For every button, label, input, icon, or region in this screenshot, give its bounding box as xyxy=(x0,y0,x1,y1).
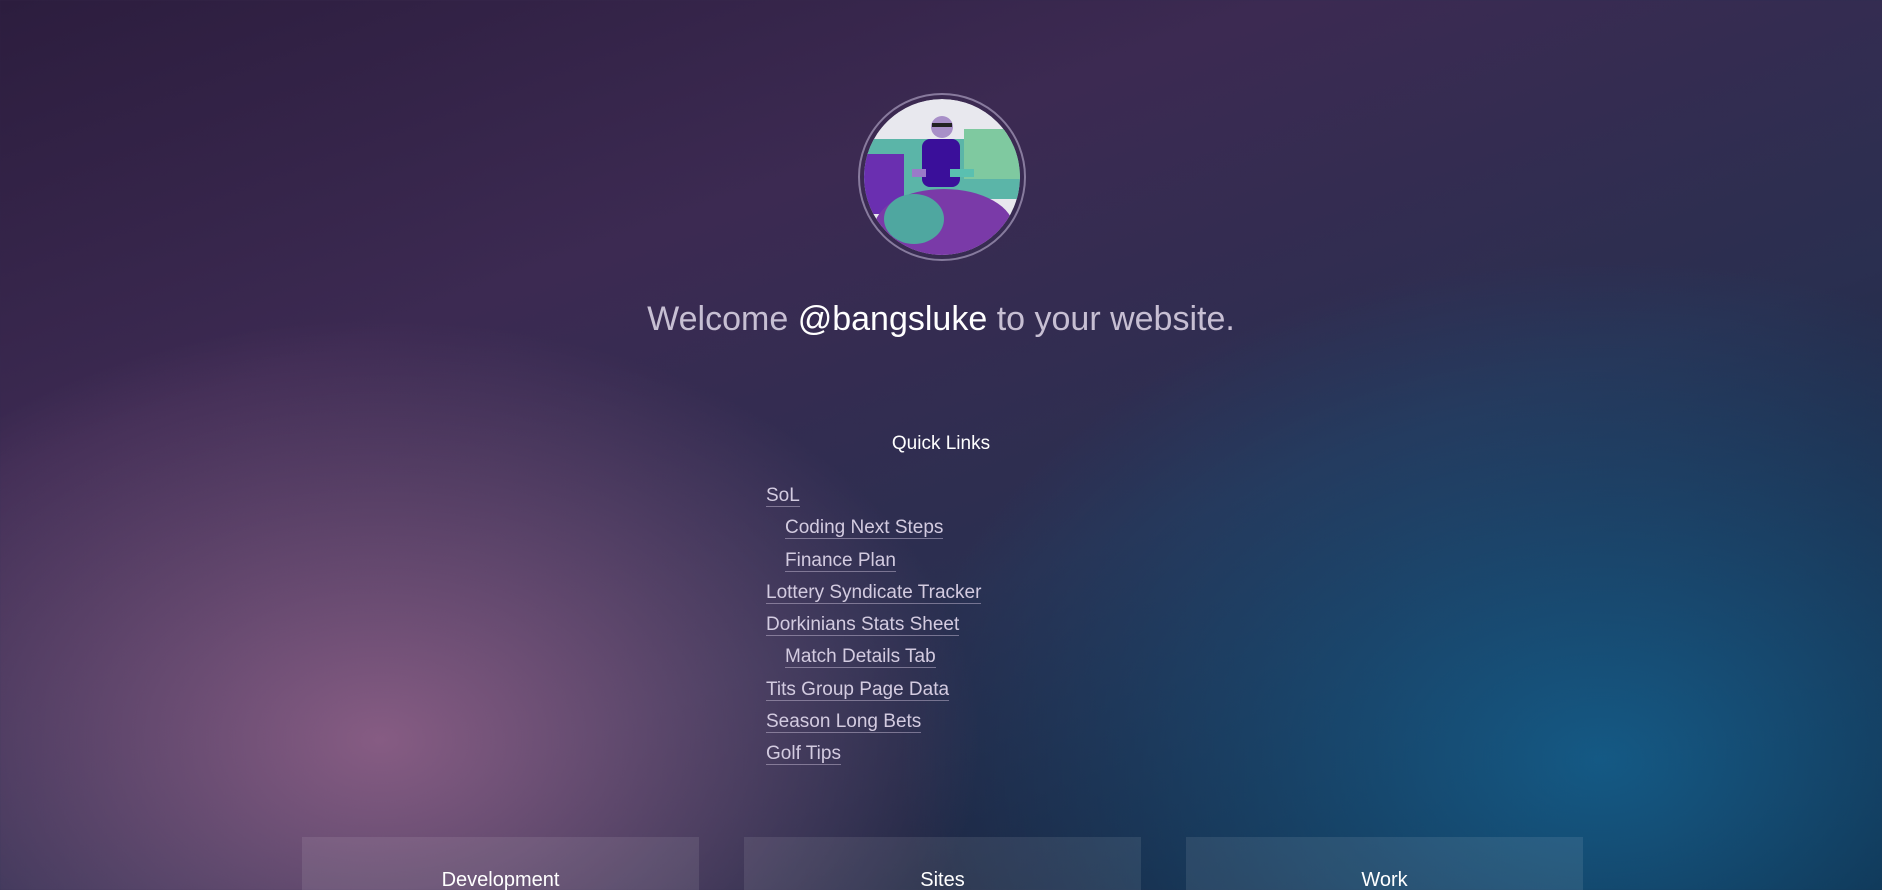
quick-link-item: SoL xyxy=(766,482,981,514)
quick-link-item: Season Long Bets xyxy=(766,708,981,740)
quick-link-golf-tips[interactable]: Golf Tips xyxy=(766,743,841,766)
quick-link-tits-group-page-data[interactable]: Tits Group Page Data xyxy=(766,678,950,701)
welcome-prefix: Welcome xyxy=(647,300,789,338)
quick-link-item: Dorkinians Stats Sheet xyxy=(766,611,981,643)
profile-avatar xyxy=(864,99,1020,255)
quick-links-list: SoL Coding Next Steps Finance Plan Lotte… xyxy=(766,482,982,773)
card-work[interactable]: Work xyxy=(1186,837,1583,890)
card-title: Sites xyxy=(920,869,965,890)
quick-link-item: Finance Plan xyxy=(766,547,981,579)
card-title: Development xyxy=(441,869,560,890)
quick-link-item: Coding Next Steps xyxy=(766,514,981,546)
quick-link-finance-plan[interactable]: Finance Plan xyxy=(785,549,896,572)
profile-avatar-frame xyxy=(858,93,1026,261)
card-development[interactable]: Development xyxy=(302,837,699,890)
quick-link-dorkinians-stats-sheet[interactable]: Dorkinians Stats Sheet xyxy=(766,614,960,637)
card-sites[interactable]: Sites xyxy=(744,837,1141,890)
quick-link-item: Tits Group Page Data xyxy=(766,676,981,708)
quick-links-title: Quick Links xyxy=(891,433,991,454)
quick-link-item: Lottery Syndicate Tracker xyxy=(766,579,982,611)
welcome-message: Welcome @bangsluke to your website. xyxy=(0,300,1882,339)
user-handle: @bangsluke xyxy=(797,300,988,338)
quick-link-sol[interactable]: SoL xyxy=(766,485,800,507)
quick-link-item: Match Details Tab xyxy=(766,643,981,675)
quick-link-season-long-bets[interactable]: Season Long Bets xyxy=(766,711,922,734)
quick-link-match-details-tab[interactable]: Match Details Tab xyxy=(785,646,936,669)
quick-link-lottery-syndicate-tracker[interactable]: Lottery Syndicate Tracker xyxy=(766,581,982,604)
quick-link-coding-next-steps[interactable]: Coding Next Steps xyxy=(785,517,944,540)
card-title: Work xyxy=(1361,869,1408,890)
quick-link-item: Golf Tips xyxy=(766,740,981,772)
welcome-suffix: to your website. xyxy=(996,300,1235,338)
